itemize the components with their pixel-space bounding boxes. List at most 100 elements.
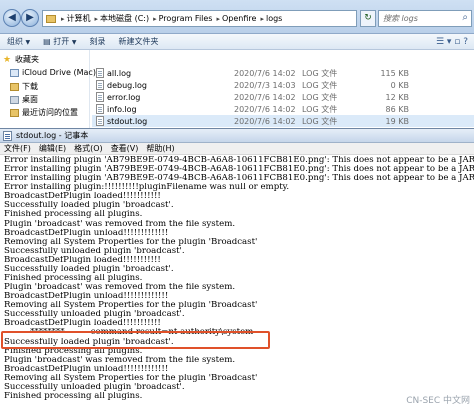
window-title: stdout.log - 记事本 bbox=[16, 131, 89, 140]
refresh-button[interactable]: ↻ bbox=[360, 10, 376, 27]
breadcrumb-separator: ▸ bbox=[153, 14, 157, 23]
file-date: 2020/7/6 14:02 bbox=[234, 92, 296, 102]
forward-button[interactable]: ▶ bbox=[21, 9, 39, 27]
file-size: 115 KB bbox=[380, 68, 409, 78]
breadcrumb-separator: ▸ bbox=[94, 14, 99, 23]
log-line: Plugin 'broadcast' was removed from the … bbox=[4, 283, 236, 293]
menu-view[interactable]: 查看(V) bbox=[111, 143, 139, 154]
log-line: BroadcastDefPlugin unload!!!!!!!!!!!!! bbox=[4, 364, 169, 374]
file-size: 86 KB bbox=[385, 104, 409, 114]
breadcrumb-openfire[interactable]: Openfire bbox=[222, 14, 256, 23]
watermark: CN-SEC 中文网 bbox=[406, 396, 470, 406]
file-date: 2020/7/6 14:02 bbox=[234, 104, 296, 114]
log-file-icon bbox=[96, 68, 104, 78]
menu-help[interactable]: 帮助(H) bbox=[146, 143, 174, 154]
file-row-info-log[interactable]: info.log 2020/7/6 14:02 LOG 文件 86 KB bbox=[92, 103, 474, 115]
file-size: 0 KB bbox=[390, 80, 409, 90]
file-type: LOG 文件 bbox=[302, 92, 338, 102]
chevron-down-icon: ▼ bbox=[71, 39, 77, 46]
log-line: Removing all System Properties for the p… bbox=[4, 237, 258, 247]
search-icon: ⌕ bbox=[462, 12, 468, 23]
breadcrumb-logs[interactable]: logs bbox=[266, 14, 282, 23]
file-name: all.log bbox=[107, 68, 132, 78]
new-folder-button[interactable]: 新建文件夹 bbox=[118, 36, 158, 47]
file-name: error.log bbox=[107, 92, 141, 102]
file-row-debug-log[interactable]: debug.log 2020/7/3 14:03 LOG 文件 0 KB bbox=[92, 79, 474, 91]
file-name: debug.log bbox=[107, 80, 147, 90]
log-line: BroadcastDefPlugin unload!!!!!!!!!!!!! bbox=[4, 228, 169, 238]
log-line: BroadcastDefPlugin loaded!!!!!!!!!!! bbox=[4, 319, 161, 329]
address-bar[interactable]: ▸ 计算机 ▸ 本地磁盘 (C:) ▸ Program Files ▸ Open… bbox=[42, 10, 357, 27]
file-name: stdout.log bbox=[107, 116, 148, 126]
file-type: LOG 文件 bbox=[302, 116, 338, 126]
notepad-icon bbox=[3, 130, 12, 141]
back-button[interactable]: ◀ bbox=[3, 9, 21, 27]
organize-button[interactable]: 组织 ▼ bbox=[7, 36, 30, 47]
burn-button[interactable]: 刻录 bbox=[89, 36, 105, 47]
nav-item-desktop[interactable]: 桌面 bbox=[10, 94, 38, 105]
log-line: Successfully unloaded plugin 'broadcast'… bbox=[4, 246, 185, 256]
nav-item-recent[interactable]: 最近访问的位置 bbox=[10, 107, 78, 118]
log-file-icon bbox=[96, 92, 104, 102]
navigation-pane: ★ 收藏夹 iCloud Drive (Mac) 下载 桌面 最近访问的位置 bbox=[0, 50, 96, 130]
file-type: LOG 文件 bbox=[302, 80, 338, 90]
log-line: Successfully unloaded plugin 'broadcast'… bbox=[4, 382, 185, 392]
log-line: Plugin 'broadcast' was removed from the … bbox=[4, 355, 236, 365]
log-line: Error installing plugin 'AB79BE9E-0749-4… bbox=[4, 156, 474, 165]
log-line: Error installing plugin 'AB79BE9E-0749-4… bbox=[4, 174, 474, 184]
log-line: BroadcastDefPlugin loaded!!!!!!!!!!! bbox=[4, 255, 161, 265]
log-line: BroadcastDefPlugin unload!!!!!!!!!!!!! bbox=[4, 292, 169, 302]
log-line: Finished processing all plugins. bbox=[4, 392, 143, 402]
highlight-annotation-box bbox=[1, 331, 270, 349]
download-folder-icon bbox=[10, 82, 19, 91]
notepad-window: stdout.log - 记事本 文件(F) 编辑(E) 格式(O) 查看(V)… bbox=[0, 128, 474, 409]
address-toolbar: ◀ ▶ ▸ 计算机 ▸ 本地磁盘 (C:) ▸ Program Files ▸ … bbox=[0, 0, 474, 34]
log-line: Error installing plugin:!!!!!!!!!!plugin… bbox=[4, 183, 290, 193]
file-name: info.log bbox=[107, 104, 137, 114]
file-row-error-log[interactable]: error.log 2020/7/6 14:02 LOG 文件 12 KB bbox=[92, 91, 474, 103]
menu-edit[interactable]: 编辑(E) bbox=[39, 143, 66, 154]
search-placeholder: 搜索 logs bbox=[383, 14, 418, 23]
file-row-all-log[interactable]: all.log 2020/7/6 14:02 LOG 文件 115 KB bbox=[92, 67, 474, 79]
file-date: 2020/7/6 14:02 bbox=[234, 68, 296, 78]
log-file-icon bbox=[96, 116, 104, 126]
log-line: Successfully loaded plugin 'broadcast'. bbox=[4, 201, 174, 211]
open-icon: ▤ bbox=[43, 37, 51, 46]
breadcrumb-separator: ▸ bbox=[61, 14, 65, 23]
nav-item-favorites[interactable]: ★ 收藏夹 bbox=[3, 54, 39, 65]
menu-bar: 文件(F) 编辑(E) 格式(O) 查看(V) 帮助(H) bbox=[0, 143, 474, 155]
notepad-title-bar[interactable]: stdout.log - 记事本 bbox=[0, 129, 474, 143]
log-line: Successfully unloaded plugin 'broadcast'… bbox=[4, 310, 185, 320]
search-input[interactable]: 搜索 logs ⌕ bbox=[378, 10, 472, 27]
file-row-stdout-log[interactable]: stdout.log 2020/7/6 14:02 LOG 文件 19 KB bbox=[92, 115, 474, 127]
file-size: 12 KB bbox=[385, 92, 409, 102]
file-date: 2020/7/6 14:02 bbox=[234, 116, 296, 126]
menu-format[interactable]: 格式(O) bbox=[74, 143, 103, 154]
open-button[interactable]: ▤ 打开 ▼ bbox=[43, 36, 76, 47]
breadcrumb-computer[interactable]: 计算机 bbox=[67, 13, 91, 24]
view-options-icon[interactable]: ☰ ▾ ▫ ? bbox=[436, 37, 468, 47]
file-list: all.log 2020/7/6 14:02 LOG 文件 115 KB deb… bbox=[92, 50, 474, 130]
log-line: BroadcastDefPlugin loaded!!!!!!!!!!! bbox=[4, 192, 161, 202]
log-line: Removing all System Properties for the p… bbox=[4, 301, 258, 311]
cloud-icon bbox=[10, 68, 19, 77]
star-icon: ★ bbox=[3, 54, 12, 65]
nav-item-icloud[interactable]: iCloud Drive (Mac) bbox=[10, 68, 96, 77]
log-line: Successfully loaded plugin 'broadcast'. bbox=[4, 264, 174, 274]
text-editor-area[interactable]: Error installing plugin 'AB79BE9E-0749-4… bbox=[0, 156, 474, 409]
file-type: LOG 文件 bbox=[302, 68, 338, 78]
menu-file[interactable]: 文件(F) bbox=[4, 143, 31, 154]
log-line: Finished processing all plugins. bbox=[4, 210, 143, 220]
file-type: LOG 文件 bbox=[302, 104, 338, 114]
log-line: Removing all System Properties for the p… bbox=[4, 373, 258, 383]
breadcrumb-program-files[interactable]: Program Files bbox=[159, 14, 213, 23]
nav-item-downloads[interactable]: 下载 bbox=[10, 81, 38, 92]
folder-icon bbox=[46, 14, 56, 23]
breadcrumb-separator: ▸ bbox=[260, 14, 264, 23]
explorer-window: ◀ ▶ ▸ 计算机 ▸ 本地磁盘 (C:) ▸ Program Files ▸ … bbox=[0, 0, 474, 130]
log-file-icon bbox=[96, 104, 104, 114]
log-line: Plugin 'broadcast' was removed from the … bbox=[4, 219, 236, 229]
breadcrumb-separator: ▸ bbox=[216, 14, 220, 23]
desktop-icon bbox=[10, 95, 19, 104]
breadcrumb-local-disk[interactable]: 本地磁盘 (C:) bbox=[100, 13, 149, 24]
